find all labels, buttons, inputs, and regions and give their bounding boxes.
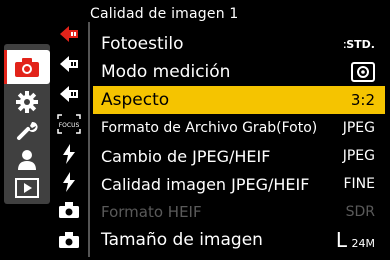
focus-icon-label: FOCUS	[59, 122, 80, 129]
menu-item-value: L 24M	[336, 228, 375, 252]
menu-item-formato-heif: Formato HEIF SDR	[93, 198, 385, 226]
camera-small-icon	[59, 202, 79, 218]
menu-item-aspecto[interactable]: Aspecto 3:2	[93, 86, 385, 114]
subtab-2[interactable]	[52, 50, 86, 78]
size-letter: L	[335, 228, 348, 252]
menu-item-tamano-imagen[interactable]: Tamaño de imagen L 24M	[93, 226, 385, 254]
menu-item-label: Fotoestilo	[101, 34, 184, 54]
selected-tab-indicator	[4, 50, 7, 84]
menu-item-label: Cambio de JPEG/HEIF	[101, 146, 271, 166]
menu-item-label: Modo medición	[101, 62, 231, 82]
subtab-5[interactable]	[52, 140, 86, 168]
tab-camera[interactable]	[4, 50, 50, 84]
size-megapixels: 24M	[351, 237, 376, 250]
menu-item-value: FINE	[343, 176, 376, 192]
menu-item-label: Formato de Archivo Grab(Foto)	[101, 120, 318, 136]
menu-item-modo-medicion[interactable]: Modo medición	[93, 58, 385, 86]
playback-icon	[15, 178, 39, 198]
subtab-7[interactable]	[52, 196, 86, 224]
subtab-4[interactable]: FOCUS	[52, 110, 86, 138]
camera-small-icon	[59, 232, 79, 248]
menu-item-formato-archivo[interactable]: Formato de Archivo Grab(Foto) JPEG	[93, 114, 385, 142]
menu-item-value: 3:2	[350, 91, 375, 109]
menu-item-value: SDR	[345, 204, 375, 220]
red-arrow-icon	[60, 26, 78, 42]
metering-icon	[351, 62, 375, 82]
column-divider	[88, 22, 90, 257]
subtab-8[interactable]	[52, 226, 86, 254]
menu-item-label: Aspecto	[101, 90, 170, 110]
menu-item-label: Calidad imagen JPEG/HEIF	[101, 174, 310, 194]
page-title: Calidad de imagen 1	[90, 6, 239, 22]
gear-icon	[16, 91, 38, 113]
tab-custom[interactable]	[4, 114, 50, 146]
wrench-icon	[17, 121, 38, 140]
person-icon	[18, 150, 36, 170]
camera-icon	[15, 58, 39, 77]
menu-item-calidad-jpeg-heif[interactable]: Calidad imagen JPEG/HEIF FINE	[93, 170, 385, 198]
tab-playback[interactable]	[4, 172, 50, 204]
arrow-icon	[60, 86, 78, 102]
menu-item-label: Formato HEIF	[101, 203, 202, 221]
bolt-icon	[63, 144, 75, 164]
photo-style-icon: ⁚STD.	[343, 37, 375, 51]
bolt-icon	[63, 172, 75, 192]
menu-item-label: Tamaño de imagen	[101, 230, 263, 250]
focus-icon: FOCUS	[57, 114, 81, 134]
menu-item-cambio-jpeg-heif[interactable]: Cambio de JPEG/HEIF JPEG	[93, 142, 385, 170]
subtab-1[interactable]	[52, 20, 86, 48]
arrow-icon	[60, 56, 78, 72]
subtab-6[interactable]	[52, 168, 86, 196]
subtab-3[interactable]	[52, 80, 86, 108]
menu-item-value: JPEG	[342, 120, 375, 136]
menu-item-value: JPEG	[342, 148, 375, 164]
menu-item-fotoestilo[interactable]: Fotoestilo ⁚STD.	[93, 30, 385, 58]
